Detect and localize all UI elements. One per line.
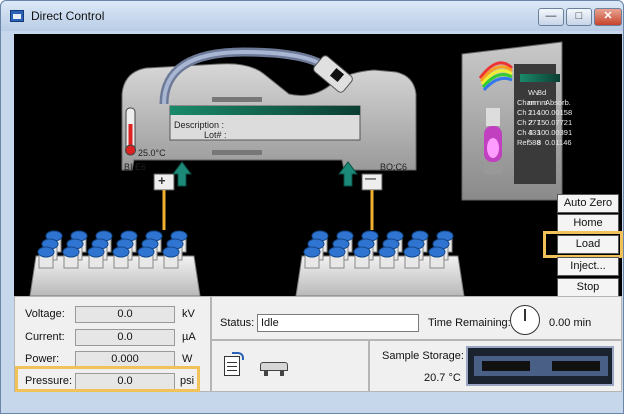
clock-icon bbox=[510, 305, 540, 335]
cartridge-icon[interactable] bbox=[260, 360, 288, 376]
voltage-label: Voltage: bbox=[25, 308, 65, 320]
status-label: Status: bbox=[220, 317, 255, 329]
auto-zero-button[interactable]: Auto Zero bbox=[557, 194, 619, 213]
cartridge-illustration bbox=[121, 47, 417, 230]
cartridge-temperature: 25.0°C bbox=[138, 148, 166, 158]
time-remaining-label: Time Remaining: bbox=[428, 317, 511, 329]
minus-terminal: — bbox=[365, 173, 376, 185]
vial-cap bbox=[428, 246, 446, 258]
stop-button[interactable]: Stop bbox=[557, 278, 619, 297]
window-icon bbox=[10, 10, 24, 22]
time-remaining-value: 0.00 min bbox=[549, 317, 592, 329]
detector-row: Ch 3 433 10 0.00391 bbox=[517, 128, 573, 137]
outlet-vial-tray bbox=[295, 230, 465, 296]
storage-tray-icon bbox=[466, 346, 614, 386]
vial-cap bbox=[137, 246, 155, 258]
detector-header-top: Wv Bd bbox=[528, 88, 547, 97]
power-unit: W bbox=[182, 353, 193, 365]
status-field: Idle bbox=[257, 314, 419, 332]
outlet-position: BO:C6 bbox=[380, 162, 408, 172]
current-value: 0.0 bbox=[75, 329, 175, 346]
thermometer-icon bbox=[125, 107, 136, 156]
vial-cap bbox=[328, 246, 346, 258]
power-label: Power: bbox=[25, 353, 60, 365]
plus-terminal: + bbox=[158, 173, 166, 188]
detector-row: Ch 1 214 10 0.00158 bbox=[517, 108, 573, 117]
sample-storage-label: Sample Storage: bbox=[382, 350, 464, 362]
pressure-highlight bbox=[15, 366, 200, 392]
vial-cap bbox=[403, 246, 421, 258]
description-label: Description : bbox=[174, 120, 225, 130]
inlet-position: BI:E6 bbox=[124, 162, 147, 172]
close-button[interactable]: ✕ bbox=[594, 8, 622, 26]
vial-cap bbox=[87, 246, 105, 258]
vial-cap bbox=[353, 246, 371, 258]
vial-cap bbox=[62, 246, 80, 258]
vial-cap bbox=[112, 246, 130, 258]
inject-button[interactable]: Inject... bbox=[557, 257, 619, 276]
title-bar: Direct Control — □ ✕ bbox=[1, 1, 623, 31]
current-label: Current: bbox=[25, 331, 65, 343]
current-unit: µA bbox=[182, 331, 196, 343]
instrument-view: Description : Lot# : 25.0°C BI:E6 BO:C6 … bbox=[14, 34, 622, 296]
sample-storage-temperature: 20.7 °C bbox=[424, 372, 461, 384]
inlet-vial-tray bbox=[29, 230, 201, 296]
load-highlight bbox=[543, 231, 623, 258]
vial-cap bbox=[162, 246, 180, 258]
detector-row: Ref 588 8 0.01146 bbox=[517, 138, 572, 147]
detector-header: Chan nm nm Absorb. bbox=[517, 98, 571, 107]
window-title: Direct Control bbox=[31, 9, 105, 23]
vial-cap bbox=[303, 246, 321, 258]
edit-method-icon[interactable] bbox=[222, 352, 244, 378]
vial-cap bbox=[37, 246, 55, 258]
voltage-unit: kV bbox=[182, 308, 195, 320]
voltage-value: 0.0 bbox=[75, 306, 175, 323]
detector-row: Ch 2 277 15 0.07721 bbox=[517, 118, 573, 127]
lamp-icon bbox=[484, 108, 502, 174]
vial-cap bbox=[378, 246, 396, 258]
detector-readout: Wv Bd Chan nm nm Absorb. Ch 1 214 10 0.00158 Ch 22… bbox=[517, 88, 573, 148]
maximize-button[interactable]: □ bbox=[566, 8, 592, 26]
lot-label: Lot# : bbox=[204, 130, 227, 140]
minimize-button[interactable]: — bbox=[538, 8, 564, 26]
